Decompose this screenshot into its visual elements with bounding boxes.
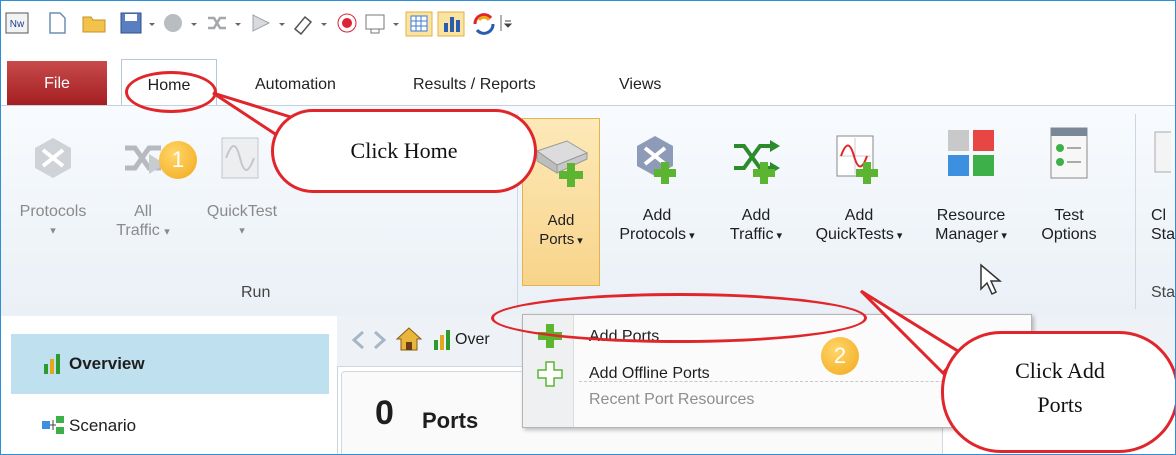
home-tab-highlight-ring	[125, 71, 217, 113]
callout-click-home: Click Home	[271, 109, 537, 193]
add-ports-highlight-ring	[491, 293, 867, 343]
app-window: Nw File Home Automation Results / Report…	[0, 0, 1176, 455]
mouse-cursor-icon	[979, 263, 1003, 297]
callout-click-add-ports-line1: Click Add	[1015, 358, 1105, 383]
callout-click-add-ports-line2: Ports	[1037, 392, 1083, 417]
callout-click-add-ports: Click Add Ports	[941, 331, 1175, 453]
step-1-badge: 1	[159, 141, 197, 179]
step-2-badge: 2	[821, 337, 859, 375]
